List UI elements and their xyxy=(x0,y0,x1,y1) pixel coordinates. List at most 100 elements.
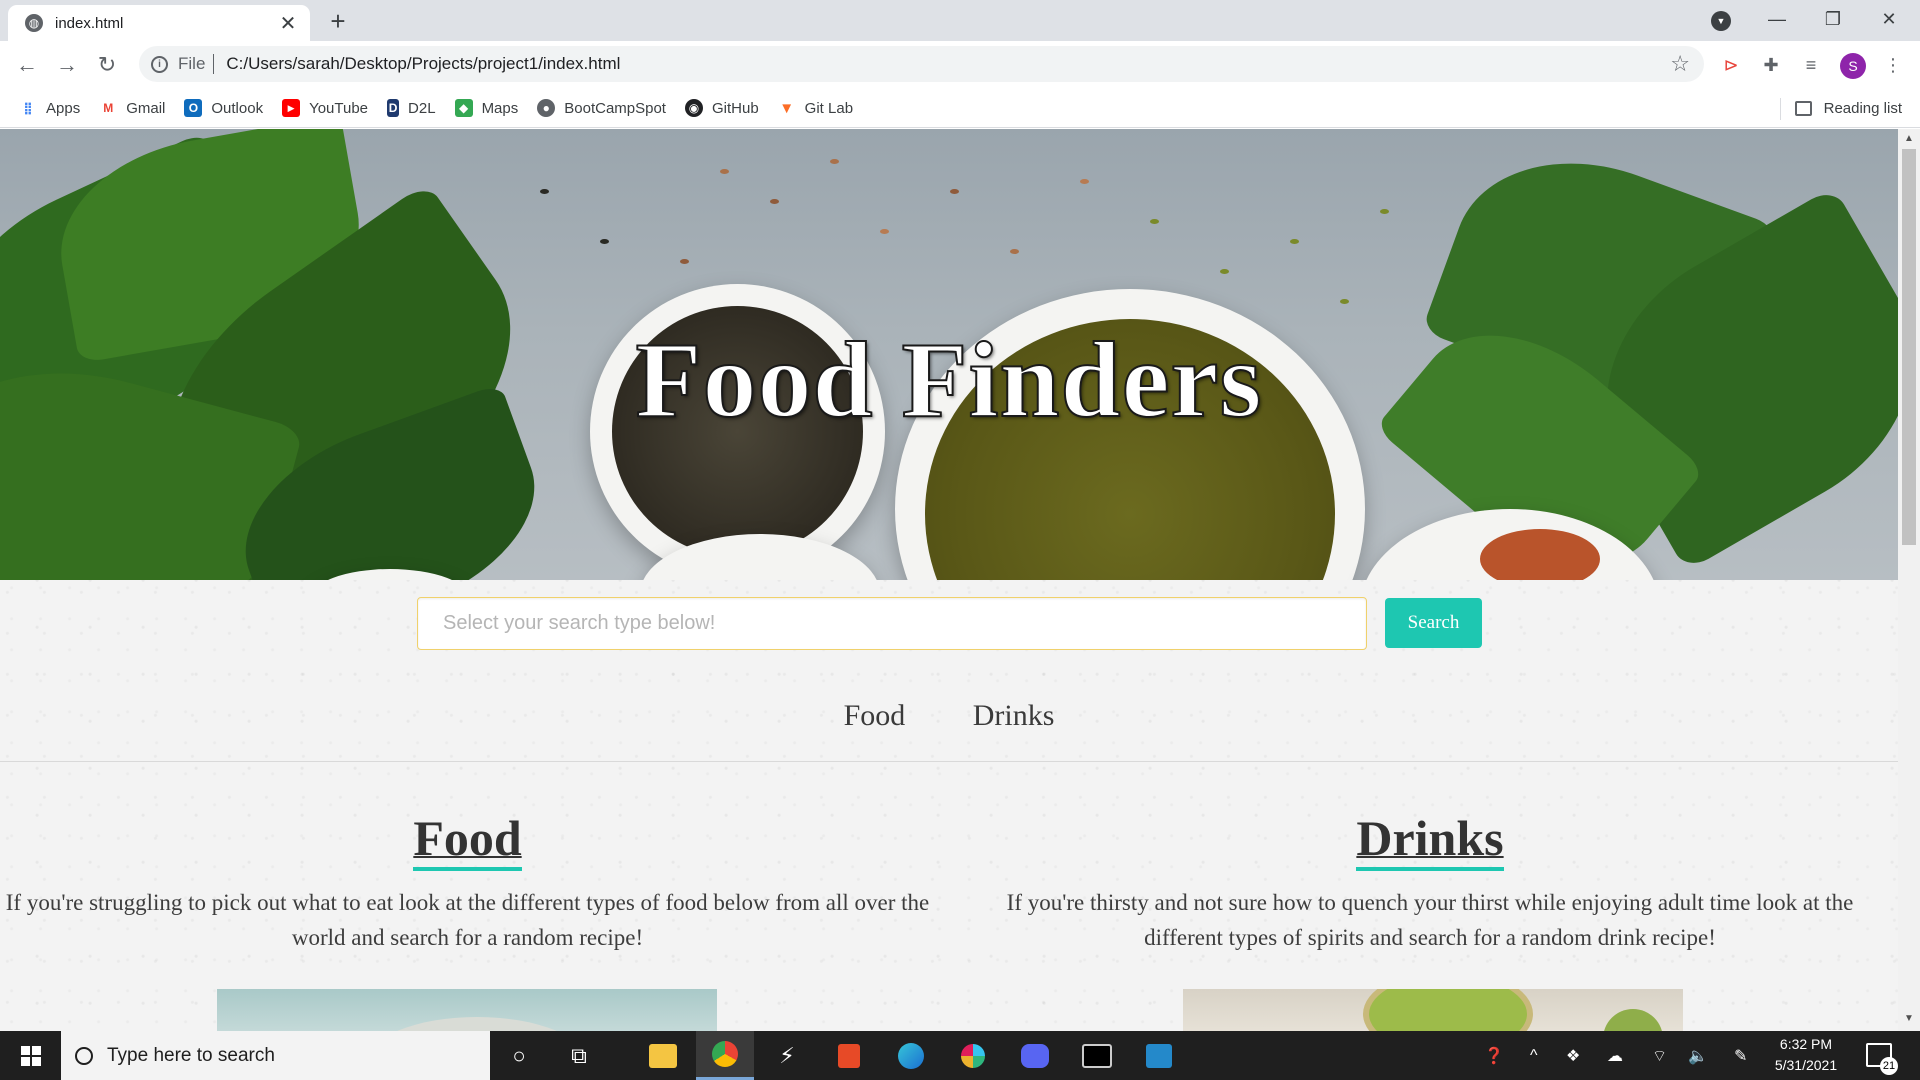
close-window-icon[interactable]: ✕ xyxy=(1866,4,1912,34)
bookmark-outlook[interactable]: O Outlook xyxy=(184,99,263,117)
task-view-icon[interactable]: ⧉ xyxy=(550,1031,608,1080)
search-row: Search xyxy=(0,597,1898,657)
url-separator xyxy=(213,54,215,74)
bookmark-label: Gmail xyxy=(126,99,166,117)
terminal-logo-icon xyxy=(1082,1043,1112,1068)
d2l-icon: D xyxy=(387,99,400,117)
start-button[interactable] xyxy=(0,1031,61,1080)
seed-image xyxy=(600,239,609,244)
bookmark-label: BootCampSpot xyxy=(564,99,666,117)
slack-icon[interactable] xyxy=(944,1031,1002,1080)
profile-avatar[interactable]: S xyxy=(1840,53,1866,79)
minimize-icon[interactable]: — xyxy=(1754,4,1800,34)
gitlab-icon: ▼ xyxy=(779,99,795,117)
spice-image xyxy=(1480,529,1600,580)
food-section: Food If you're struggling to pick out wh… xyxy=(0,809,935,955)
food-image[interactable] xyxy=(217,989,717,1031)
chrome-icon[interactable] xyxy=(696,1031,754,1080)
bookmark-star-icon[interactable]: ☆ xyxy=(1670,51,1690,77)
show-hidden-icons-icon[interactable]: ^ xyxy=(1530,1031,1538,1080)
discord-logo-icon xyxy=(1021,1043,1049,1068)
url-text[interactable]: C:/Users/sarah/Desktop/Projects/project1… xyxy=(226,54,1670,74)
seed-image xyxy=(1380,209,1389,214)
info-icon[interactable]: i xyxy=(151,55,168,73)
scrollbar-thumb[interactable] xyxy=(1902,149,1916,545)
seed-image xyxy=(1080,179,1089,184)
page-scrollbar[interactable]: ▲ ▼ xyxy=(1898,129,1920,1031)
folder-icon xyxy=(649,1043,677,1068)
extension-cast-icon[interactable]: ⊳ xyxy=(1718,52,1744,78)
help-icon[interactable]: ❓ xyxy=(1484,1031,1504,1080)
url-scheme: File xyxy=(178,54,206,73)
lime-image xyxy=(1603,1009,1663,1031)
seed-image xyxy=(540,189,549,194)
discord-icon[interactable] xyxy=(1006,1031,1064,1080)
bootcampspot-icon: ● xyxy=(537,99,556,117)
drinks-image[interactable] xyxy=(1183,989,1683,1031)
scroll-up-icon[interactable]: ▲ xyxy=(1904,133,1914,144)
taskbar-clock[interactable]: 6:32 PM 5/31/2021 xyxy=(1766,1034,1846,1076)
file-explorer-icon[interactable] xyxy=(634,1031,692,1080)
bookmark-d2l[interactable]: D D2L xyxy=(387,99,436,117)
tab-search-icon[interactable]: ▼ xyxy=(1711,11,1731,31)
scroll-down-icon[interactable]: ▼ xyxy=(1904,1013,1914,1024)
cocktail-glass-image xyxy=(1363,989,1533,1031)
bookmark-bootcampspot[interactable]: ● BootCampSpot xyxy=(537,99,666,117)
bookmark-apps[interactable]: ⣿ Apps xyxy=(19,99,80,117)
tab-drinks[interactable]: Drinks xyxy=(973,699,1055,733)
reading-list-button[interactable]: Reading list xyxy=(1779,89,1902,128)
bookmark-maps[interactable]: ◆ Maps xyxy=(454,99,519,117)
cortana-icon[interactable]: ○ xyxy=(490,1031,548,1080)
seed-image xyxy=(1340,299,1349,304)
github-icon: ◉ xyxy=(684,99,703,117)
volume-icon[interactable]: 🔈 xyxy=(1688,1031,1708,1080)
bookmark-label: Git Lab xyxy=(804,99,854,117)
page-title: Food Finders xyxy=(634,320,1263,441)
seed-image xyxy=(680,259,689,264)
youtube-icon: ▶ xyxy=(282,99,301,117)
seed-image xyxy=(770,199,779,204)
maps-icon: ◆ xyxy=(454,99,473,117)
search-button[interactable]: Search xyxy=(1385,598,1482,648)
terminal-icon[interactable] xyxy=(1068,1031,1126,1080)
address-bar[interactable]: i File C:/Users/sarah/Desktop/Projects/p… xyxy=(139,46,1704,82)
close-tab-icon[interactable]: ✕ xyxy=(276,11,300,36)
wifi-icon[interactable]: ⌔ xyxy=(1652,1031,1667,1080)
reload-icon[interactable]: ↻ xyxy=(92,50,122,80)
edge-icon[interactable] xyxy=(882,1031,940,1080)
food-heading[interactable]: Food xyxy=(413,809,522,871)
seed-image xyxy=(830,159,839,164)
bookmark-label: Maps xyxy=(481,99,519,117)
taskbar-search-placeholder: Type here to search xyxy=(107,1044,275,1066)
notification-count-badge: 21 xyxy=(1880,1057,1898,1075)
office-icon[interactable] xyxy=(820,1031,878,1080)
bookmark-gitlab[interactable]: ▼ Git Lab xyxy=(778,99,853,117)
browser-tab[interactable]: ◍ index.html ✕ xyxy=(8,5,310,41)
onedrive-icon[interactable]: ☁ xyxy=(1607,1031,1623,1080)
tab-food[interactable]: Food xyxy=(844,699,906,733)
windows-taskbar: Type here to search ○ ⧉ ⚡ ❓ ^ ❖ ☁ ⌔ 🔈 ✎ … xyxy=(0,1031,1920,1080)
extensions-puzzle-icon[interactable]: ✚ xyxy=(1758,52,1784,78)
plate-image xyxy=(367,1017,587,1031)
bookmark-github[interactable]: ◉ GitHub xyxy=(684,99,759,117)
back-icon[interactable]: ← xyxy=(12,50,42,80)
dropbox-icon[interactable]: ❖ xyxy=(1566,1031,1580,1080)
bookmark-label: D2L xyxy=(408,99,436,117)
bookmark-youtube[interactable]: ▶ YouTube xyxy=(282,99,368,117)
restore-icon[interactable]: ❐ xyxy=(1810,4,1856,34)
power-automate-icon[interactable]: ⚡ xyxy=(758,1031,816,1080)
forward-icon[interactable]: → xyxy=(52,50,82,80)
new-tab-button[interactable]: + xyxy=(322,6,354,36)
vscode-icon[interactable] xyxy=(1130,1031,1188,1080)
more-menu-icon[interactable]: ⋮ xyxy=(1880,52,1906,78)
edge-logo-icon xyxy=(898,1042,924,1069)
media-queue-icon[interactable]: ≡ xyxy=(1798,52,1824,78)
seed-image xyxy=(720,169,729,174)
bookmark-label: YouTube xyxy=(309,99,369,117)
pen-icon[interactable]: ✎ xyxy=(1734,1031,1747,1080)
bookmark-gmail[interactable]: M Gmail xyxy=(99,99,165,117)
taskbar-search-box[interactable]: Type here to search xyxy=(61,1031,490,1080)
apps-grid-icon: ⣿ xyxy=(23,101,33,115)
search-input[interactable] xyxy=(417,597,1367,650)
drinks-heading[interactable]: Drinks xyxy=(1356,809,1504,871)
